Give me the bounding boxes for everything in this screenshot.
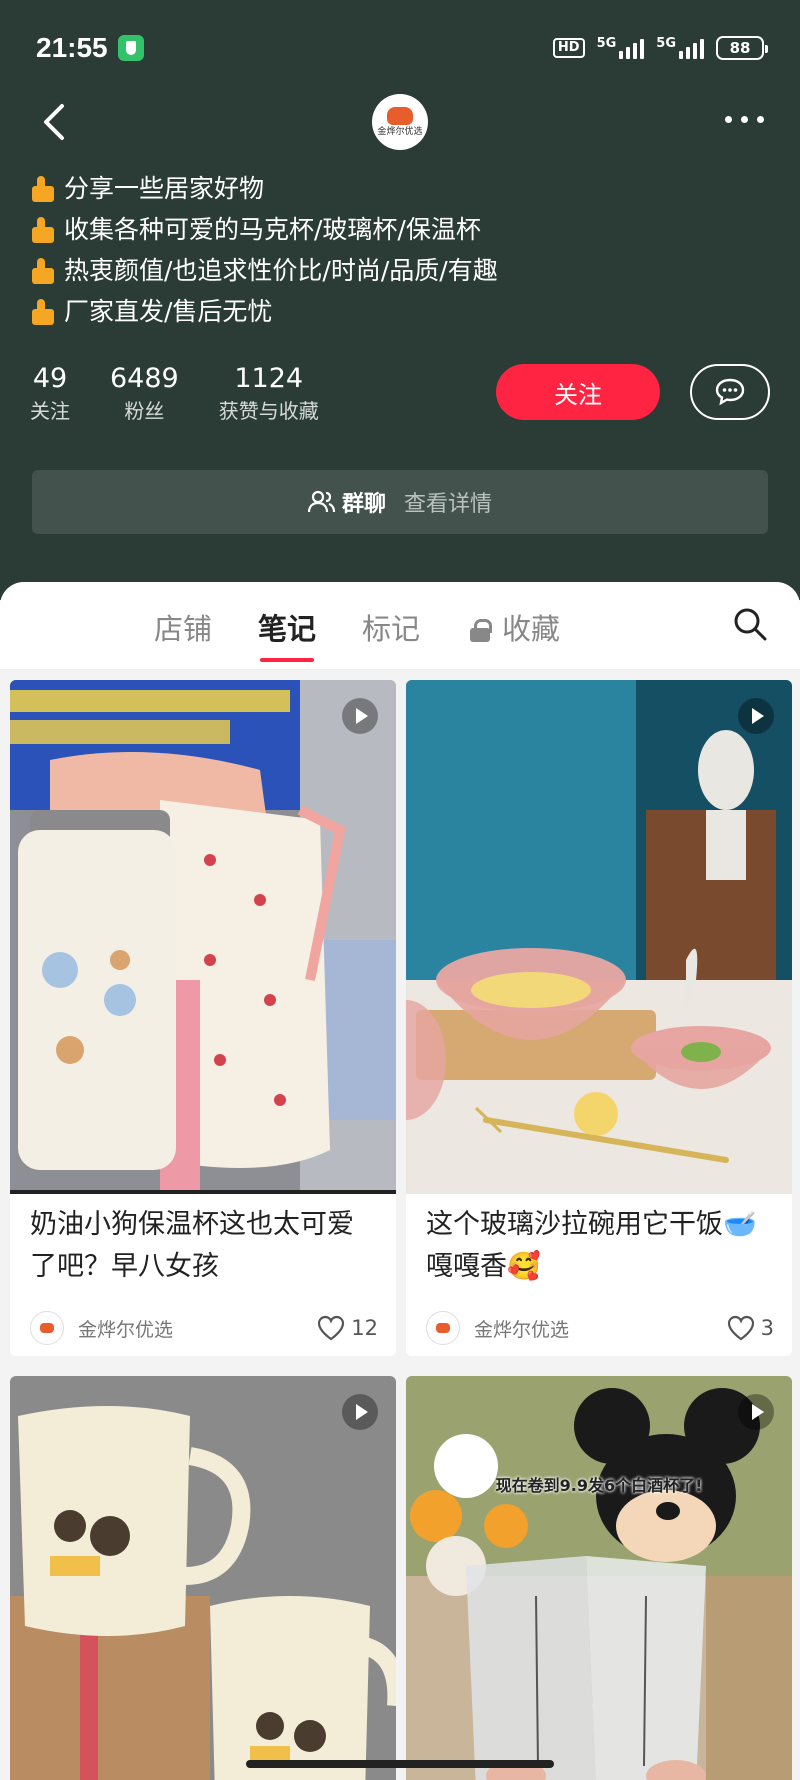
home-indicator[interactable] [246,1760,554,1768]
bio-line: 厂家直发/售后无忧 [30,291,498,332]
profile-stats: 49 关注 6489 粉丝 1124 获赞与收藏 [30,362,359,426]
tab-tagged[interactable]: 标记 [362,606,420,648]
bio-line: 收集各种可爱的马克杯/玻璃杯/保温杯 [30,209,498,250]
note-card[interactable]: 这个玻璃沙拉碗用它干饭🥣嘎嘎香🥰 金烨尔优选 3 [406,680,792,1356]
profile-bio: 分享一些居家好物 收集各种可爱的马克杯/玻璃杯/保温杯 热衷颜值/也追求性价比/… [30,168,498,332]
lock-icon [470,619,492,642]
video-play-icon [342,1394,378,1430]
stat-followers[interactable]: 6489 粉丝 [110,362,179,426]
search-icon[interactable] [732,606,768,642]
group-chat-banner[interactable]: 群聊 查看详情 [32,470,768,534]
group-chat-detail: 查看详情 [404,492,493,517]
note-cover-image: 现在卷到9.9发6个白酒杯了! [406,1376,792,1780]
follow-button[interactable]: 关注 [496,364,660,420]
author-name[interactable]: 金烨尔优选 [474,1315,569,1342]
like-button[interactable]: 3 [727,1315,774,1341]
shop-logo[interactable]: 金烨尔优选 [372,94,428,150]
tab-collections[interactable]: 收藏 [470,606,560,648]
content-sheet: 店铺 笔记 标记 收藏 奶油小狗保温杯这也太可爱了吧？早八女孩 金烨尔优选 12… [0,582,800,1780]
like-count: 12 [351,1316,378,1340]
note-cover-image [10,680,396,1194]
bio-line: 热衷颜值/也追求性价比/时尚/品质/有趣 [30,250,498,291]
author-avatar[interactable] [426,1311,460,1345]
thumbs-up-icon [30,215,60,245]
nav-bar: 金烨尔优选 [0,88,800,158]
back-arrow-icon[interactable] [38,102,74,142]
like-count: 3 [760,1316,774,1340]
status-bar: 21:55 HD 5G 5G 88 [36,28,768,68]
battery-icon: 88 [716,36,768,60]
like-button[interactable]: 12 [317,1315,378,1341]
thumbs-up-icon [30,174,60,204]
group-chat-label: 群聊 [341,492,386,517]
video-play-icon [738,1394,774,1430]
note-card[interactable]: 奶油小狗保温杯这也太可爱了吧？早八女孩 金烨尔优选 12 [10,680,396,1356]
stat-likes-collects[interactable]: 1124 获赞与收藏 [219,362,319,426]
note-title: 奶油小狗保温杯这也太可爱了吧？早八女孩 [30,1209,354,1282]
note-cover-image [10,1376,396,1780]
author-avatar[interactable] [30,1311,64,1345]
chat-bubble-icon [715,378,745,406]
security-shield-icon [117,35,144,61]
note-title: 这个玻璃沙拉碗用它干饭🥣嘎嘎香🥰 [426,1209,757,1282]
battery-level: 88 [729,39,751,57]
group-users-icon [307,490,336,513]
profile-header: 21:55 HD 5G 5G 88 金烨尔优选 分享一些居家好物 收集各种可爱的… [0,0,800,600]
thumbs-up-icon [30,256,60,286]
logo-text: 金烨尔优选 [377,127,423,137]
tab-notes[interactable]: 笔记 [258,606,316,662]
signal-icon: 5G [597,37,645,59]
note-cover-image [406,680,792,1194]
status-time: 21:55 [36,32,108,63]
video-play-icon [738,698,774,734]
profile-tabs: 店铺 笔记 标记 收藏 [0,582,800,670]
thumbs-up-icon [30,297,60,327]
cover-caption: 现在卷到9.9发6个白酒杯了! [495,1476,703,1495]
more-menu-icon[interactable] [725,116,764,123]
video-play-icon [342,698,378,734]
heart-icon [727,1315,754,1341]
heart-icon [318,1315,345,1341]
author-name[interactable]: 金烨尔优选 [78,1315,173,1342]
bio-line: 分享一些居家好物 [30,168,498,209]
hd-indicator: HD [552,38,585,58]
note-card[interactable]: 现在卷到9.9发6个白酒杯了! [406,1376,792,1780]
message-button[interactable] [690,364,770,420]
signal-icon-2: 5G [656,37,704,59]
tab-shop[interactable]: 店铺 [154,606,212,648]
note-card[interactable] [10,1376,396,1780]
stat-following[interactable]: 49 关注 [30,362,70,426]
